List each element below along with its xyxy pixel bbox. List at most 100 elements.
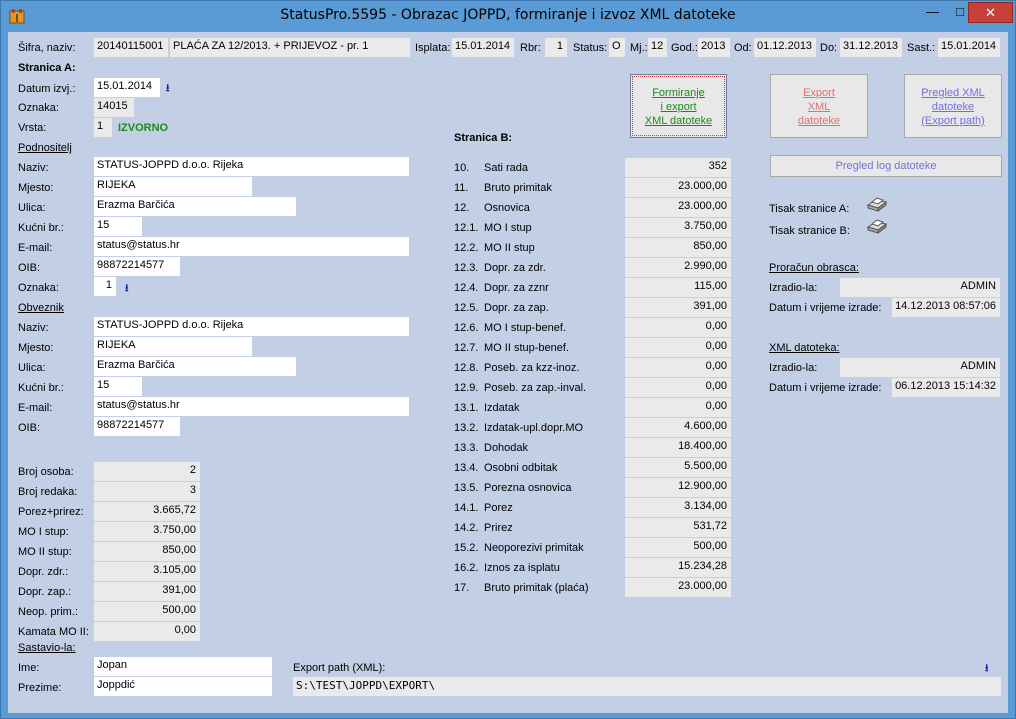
naziv-field[interactable]: PLAĆA ZA 12/2013. + PRIJEVOZ - pr. 1	[170, 38, 410, 57]
sifra-field[interactable]: 20140115001	[94, 38, 168, 57]
total-value[interactable]: 3	[94, 482, 200, 501]
mj-label: Mj.:	[630, 42, 648, 54]
row-value[interactable]: 0,00	[625, 398, 731, 417]
pregled-log-button[interactable]: Pregled log datoteke	[770, 155, 1002, 177]
row-label: Osobni odbitak	[484, 462, 558, 474]
obv-kbr-label: Kućni br.:	[18, 382, 64, 394]
mj-field[interactable]: 12	[648, 38, 667, 57]
pod-ulica-label: Ulica:	[18, 202, 46, 214]
row-value[interactable]: 0,00	[625, 338, 731, 357]
row-value[interactable]: 0,00	[625, 318, 731, 337]
vrsta-label: Vrsta:	[18, 122, 47, 134]
sifra-label: Šifra, naziv:	[18, 42, 76, 54]
row-value[interactable]: 115,00	[625, 278, 731, 297]
total-value[interactable]: 3.750,00	[94, 522, 200, 541]
row-label: Bruto primitak (plaća)	[484, 582, 589, 594]
row-label: Izdatak	[484, 402, 520, 414]
print-a-icon[interactable]	[866, 196, 888, 212]
export-path-field[interactable]: S:\TEST\JOPPD\EXPORT\	[293, 677, 1001, 696]
isplata-field[interactable]: 15.01.2014	[452, 38, 514, 57]
xml-datum-field[interactable]: 06.12.2013 15:14:32	[892, 378, 1000, 397]
window-title: StatusPro.5595 - Obrazac JOPPD, formiran…	[280, 7, 736, 23]
obv-email-field[interactable]: status@status.hr	[94, 397, 409, 416]
minimize-button[interactable]: —	[918, 2, 947, 23]
row-value[interactable]: 23.000,00	[625, 578, 731, 597]
pod-kbr-field[interactable]: 15	[94, 217, 142, 236]
ime-field[interactable]: Jopan	[94, 657, 272, 676]
export-path-browse-icon[interactable]: ⭳	[985, 661, 989, 678]
total-label: Kamata MO II:	[18, 626, 89, 638]
od-field[interactable]: 01.12.2013	[754, 38, 816, 57]
row-value[interactable]: 3.134,00	[625, 498, 731, 517]
row-value[interactable]: 531,72	[625, 518, 731, 537]
vrsta-field[interactable]: 1	[94, 118, 112, 137]
obv-ulica-field[interactable]: Erazma Barčića	[94, 357, 296, 376]
pod-email-field[interactable]: status@status.hr	[94, 237, 409, 256]
xml-izradio-field[interactable]: ADMIN	[840, 358, 1000, 377]
pregled-xml-button[interactable]: Pregled XML datoteke (Export path)	[904, 74, 1002, 138]
stranica-b-title: Stranica B:	[454, 132, 513, 144]
export-xml-button[interactable]: Export XML datoteke	[770, 74, 868, 138]
close-button[interactable]: ✕	[968, 2, 1013, 23]
proracun-izradio-field[interactable]: ADMIN	[840, 278, 1000, 297]
proracun-datum-field[interactable]: 14.12.2013 08:57:06	[892, 298, 1000, 317]
row-value[interactable]: 3.750,00	[625, 218, 731, 237]
total-value[interactable]: 2	[94, 462, 200, 481]
pod-oznaka-field[interactable]: 1	[94, 277, 116, 296]
sast-field[interactable]: 15.01.2014	[938, 38, 1000, 57]
pod-mjesto-field[interactable]: RIJEKA	[94, 177, 252, 196]
obv-email-label: E-mail:	[18, 402, 53, 414]
pod-ulica-field[interactable]: Erazma Barčića	[94, 197, 296, 216]
formiranje-button[interactable]: Formiranje i export XML datoteke	[630, 74, 727, 138]
obv-mjesto-field[interactable]: RIJEKA	[94, 337, 252, 356]
row-code: 13.4.	[454, 462, 479, 474]
row-value[interactable]: 2.990,00	[625, 258, 731, 277]
row-label: Neoporezivi primitak	[484, 542, 584, 554]
row-code: 12.5.	[454, 302, 479, 314]
row-value[interactable]: 500,00	[625, 538, 731, 557]
obv-naziv-field[interactable]: STATUS-JOPPD d.o.o. Rijeka	[94, 317, 409, 336]
row-value[interactable]: 12.900,00	[625, 478, 731, 497]
row-value[interactable]: 0,00	[625, 358, 731, 377]
total-value[interactable]: 3.105,00	[94, 562, 200, 581]
row-label: MO I stup	[484, 222, 532, 234]
row-value[interactable]: 23.000,00	[625, 178, 731, 197]
total-value[interactable]: 0,00	[94, 622, 200, 641]
row-value[interactable]: 5.500,00	[625, 458, 731, 477]
row-value[interactable]: 0,00	[625, 378, 731, 397]
oznaka-field[interactable]: 14015	[94, 98, 134, 117]
total-label: Broj osoba:	[18, 466, 74, 478]
row-value[interactable]: 850,00	[625, 238, 731, 257]
prezime-field[interactable]: Joppdić	[94, 677, 272, 696]
row-value[interactable]: 4.600,00	[625, 418, 731, 437]
god-field[interactable]: 2013	[698, 38, 730, 57]
print-b-icon[interactable]	[866, 218, 888, 234]
row-value[interactable]: 391,00	[625, 298, 731, 317]
row-value[interactable]: 15.234,28	[625, 558, 731, 577]
export-line-3: datoteke	[797, 115, 841, 127]
do-field[interactable]: 31.12.2013	[840, 38, 902, 57]
row-value[interactable]: 23.000,00	[625, 198, 731, 217]
obv-kbr-field[interactable]: 15	[94, 377, 142, 396]
ime-label: Ime:	[18, 662, 40, 674]
datum-izvj-field[interactable]: 15.01.2014	[94, 78, 160, 97]
total-value[interactable]: 850,00	[94, 542, 200, 561]
formiranje-line-2: i export	[660, 101, 697, 113]
total-value[interactable]: 391,00	[94, 582, 200, 601]
row-value[interactable]: 18.400,00	[625, 438, 731, 457]
obv-oib-field[interactable]: 98872214577	[94, 417, 180, 436]
oznaka-dropdown-icon[interactable]: ⭳	[125, 281, 129, 298]
export-line-1: Export	[803, 87, 835, 99]
total-value[interactable]: 500,00	[94, 602, 200, 621]
status-field[interactable]: O	[609, 38, 625, 57]
datum-dropdown-icon[interactable]: ⭳	[166, 81, 170, 98]
pod-naziv-field[interactable]: STATUS-JOPPD d.o.o. Rijeka	[94, 157, 409, 176]
row-label: Izdatak-upl.dopr.MO	[484, 422, 584, 434]
row-code: 13.2.	[454, 422, 479, 434]
total-value[interactable]: 3.665,72	[94, 502, 200, 521]
pod-oib-field[interactable]: 98872214577	[94, 257, 180, 276]
rbr-field[interactable]: 1	[545, 38, 567, 57]
proracun-izradio-label: Izradio-la:	[769, 282, 818, 294]
row-value[interactable]: 352	[625, 158, 731, 177]
formiranje-line-3: XML datoteke	[644, 115, 713, 127]
